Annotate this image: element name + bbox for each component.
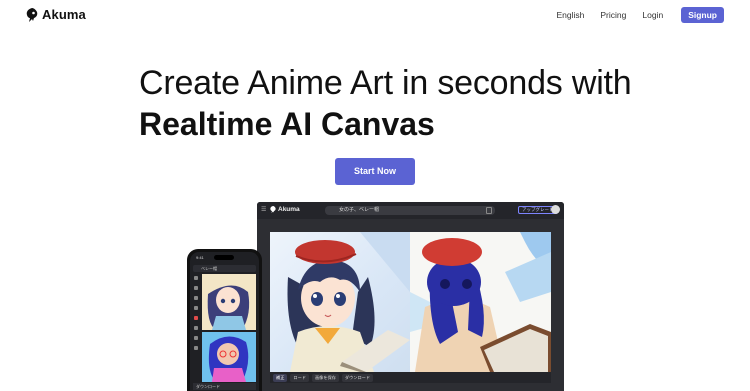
phone-generated-image	[202, 274, 256, 330]
phone-time: 9:41	[196, 255, 204, 260]
prompt-text: 女の子、ベレー帽	[339, 207, 380, 213]
layers-icon[interactable]	[194, 346, 198, 350]
menu-icon: ☰	[261, 207, 267, 213]
prompt-input[interactable]: 女の子、ベレー帽	[325, 206, 495, 215]
phone-download-bar[interactable]: ダウンロード	[193, 383, 256, 390]
eraser-icon[interactable]	[194, 286, 198, 290]
download-button[interactable]: ダウンロード	[341, 373, 374, 382]
desktop-app-brand-name: Akuma	[278, 206, 300, 213]
brush-icon[interactable]	[194, 276, 198, 280]
rough-sketch-small	[202, 332, 256, 382]
brand-name: Akuma	[42, 7, 86, 22]
anime-girl-illustration-small	[202, 274, 256, 330]
hero-subtitle: Realtime AI Canvas	[139, 106, 435, 142]
avatar[interactable]	[551, 205, 560, 214]
akuma-logo-icon	[26, 7, 38, 22]
phone-prompt[interactable]: ベレー帽	[193, 265, 256, 272]
enhance-button[interactable]: 補正	[273, 373, 288, 382]
top-nav: Akuma English Pricing Login Signup	[0, 0, 750, 30]
rough-sketch	[410, 232, 551, 372]
pen-icon[interactable]	[194, 306, 198, 310]
phone-sketch-image	[202, 332, 256, 382]
nav-link-language[interactable]: English	[557, 8, 585, 22]
fill-icon[interactable]	[194, 296, 198, 300]
phone-screen: 9:41 ベレー帽 ダウンロード	[190, 252, 259, 391]
signup-button[interactable]: Signup	[681, 7, 724, 23]
desktop-toolbar: 補正 ロード 画像を保存 ダウンロード	[270, 372, 551, 383]
nav-link-login[interactable]: Login	[642, 8, 663, 22]
generated-image	[270, 232, 410, 372]
desktop-app-header: ☰ Akuma 女の子、ベレー帽 アップグレード	[257, 202, 564, 219]
anime-girl-illustration	[287, 232, 410, 372]
save-image-button[interactable]: 画像を保存	[311, 373, 339, 382]
sketch-canvas[interactable]	[410, 232, 551, 372]
redo-icon[interactable]	[194, 336, 198, 340]
hero-title: Create Anime Art in seconds with	[139, 64, 632, 102]
phone-toolbar	[192, 276, 200, 388]
color-swatch-icon[interactable]	[194, 316, 198, 320]
desktop-app-preview: ☰ Akuma 女の子、ベレー帽 アップグレード 補正 ロード 画像を保存 ダウ…	[257, 202, 564, 391]
nav-link-pricing[interactable]: Pricing	[600, 8, 626, 22]
clipboard-icon[interactable]	[486, 207, 492, 214]
load-button[interactable]: ロード	[290, 373, 309, 382]
nav-links: English Pricing Login Signup	[541, 7, 724, 23]
brand[interactable]: Akuma	[26, 7, 86, 22]
desktop-app-brand: Akuma	[270, 206, 300, 213]
phone-notch	[214, 255, 234, 260]
undo-icon[interactable]	[194, 326, 198, 330]
start-now-button[interactable]: Start Now	[335, 158, 415, 185]
akuma-logo-icon	[270, 206, 276, 213]
phone-app-preview: 9:41 ベレー帽 ダウンロード	[187, 249, 262, 391]
